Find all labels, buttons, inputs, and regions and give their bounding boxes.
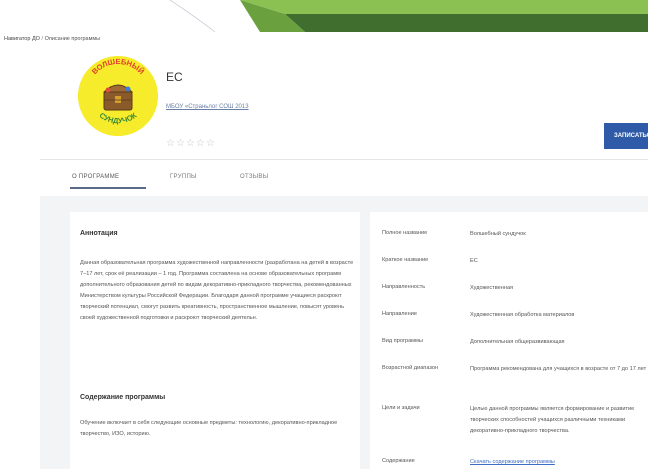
- rating-stars[interactable]: ☆☆☆☆☆: [166, 138, 216, 149]
- prop-label-program-type: Вид программы: [382, 338, 423, 344]
- prop-value-direction: Художественная обработка материалов: [470, 312, 575, 318]
- tab-groups[interactable]: ГРУППЫ: [170, 174, 197, 180]
- breadcrumb-current: Описание программы: [44, 36, 101, 42]
- breadcrumb-home-link[interactable]: Навигатор ДО: [4, 36, 40, 42]
- content-heading: Содержание программы: [80, 394, 166, 401]
- annotation-heading: Аннотация: [80, 230, 118, 237]
- prop-label-focus: Направленность: [382, 284, 426, 290]
- prop-label-age-range: Возрастной диапазон: [382, 365, 439, 371]
- prop-value-age-range: Программа рекомендована для учащихся в в…: [470, 366, 647, 372]
- tab-reviews[interactable]: ОТЗЫВЫ: [240, 174, 268, 180]
- treasure-chest-icon: ВОЛШЕБНЫЙ СУНДУЧОК: [78, 56, 158, 136]
- prop-label-direction: Направление: [382, 311, 417, 317]
- enroll-button[interactable]: ЗАПИСАТЬСЯ: [604, 123, 648, 149]
- prop-value-program-type: Дополнительная общеразвивающая: [470, 339, 565, 345]
- download-content-link[interactable]: Скачать содержание программы: [470, 457, 648, 468]
- header-decoration: [169, 0, 648, 32]
- annotation-text: Данная образовательная программа художес…: [80, 260, 354, 321]
- organization-link[interactable]: МБОУ «Страньлог СОШ 2013: [166, 104, 249, 110]
- prop-label-full-name: Полное название: [382, 230, 428, 236]
- prop-label-content: Содержание: [382, 458, 415, 464]
- program-logo: ВОЛШЕБНЫЙ СУНДУЧОК: [78, 56, 158, 136]
- tab-bar: [40, 160, 648, 196]
- prop-value-focus: Художественная: [470, 285, 514, 291]
- content-text: Обучение включает в себя следующие основ…: [80, 420, 338, 437]
- prop-value-goals: Целью данной программы является формиров…: [470, 406, 635, 434]
- prop-label-goals: Цели и задачи: [382, 405, 420, 411]
- prop-value-short-name: ЕС: [470, 258, 478, 264]
- prop-value-full-name: Волшебный сундучок: [470, 231, 526, 237]
- tab-about[interactable]: О ПРОГРАММЕ: [72, 174, 119, 180]
- active-tab-indicator: [70, 187, 146, 189]
- program-title: ЕС: [166, 70, 183, 84]
- breadcrumb: Навигатор ДО / Описание программы: [4, 36, 100, 42]
- prop-label-short-name: Краткое название: [382, 257, 429, 263]
